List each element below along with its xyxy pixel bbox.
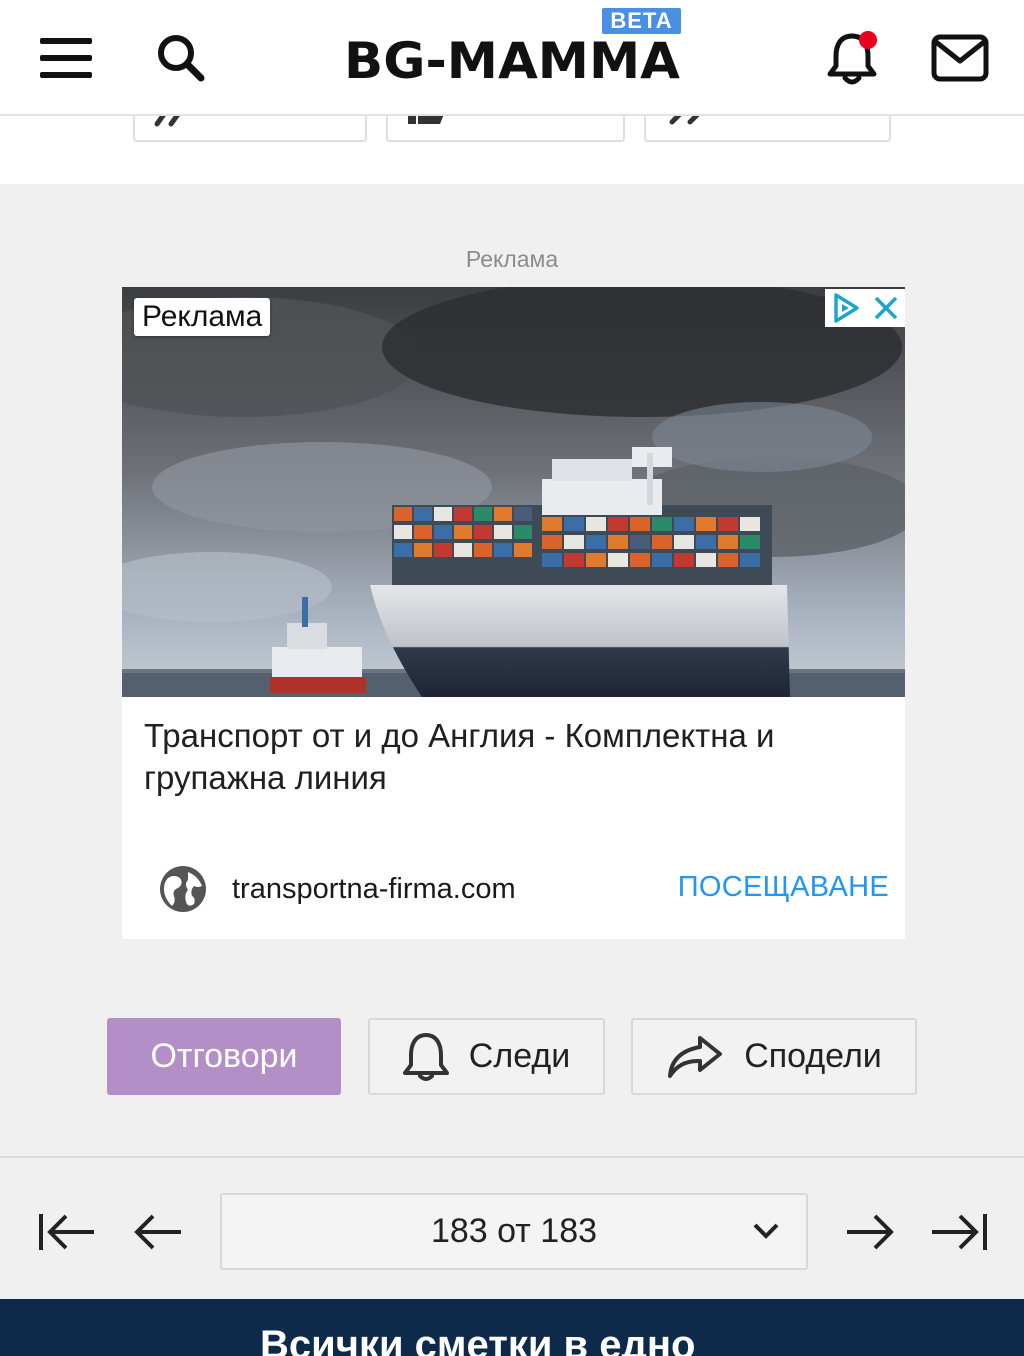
last-page-icon [932,1214,987,1250]
bg-mamma-logo: BG-MAMMA [344,32,680,90]
adchoices-icon[interactable] [831,292,861,324]
section-divider [0,1156,1024,1158]
notifications-button[interactable] [818,22,890,94]
ad-card[interactable]: Реклама Транспорт от и до Англия - Компл… [122,287,905,939]
arrow-right-icon [847,1214,894,1250]
share-button[interactable]: Сподели [631,1018,917,1095]
search-icon [158,35,205,82]
chevron-down-icon [753,1223,779,1239]
beta-badge: BETA [602,8,681,34]
messages-button[interactable] [924,22,996,94]
ad-advertiser[interactable]: transportna-firma.com [158,863,516,915]
next-page-button[interactable] [838,1200,902,1264]
page-select[interactable]: 183 от 183 [220,1193,808,1270]
bell-icon [827,31,877,85]
ad-visit-button[interactable]: ПОСЕЩАВАНЕ [678,871,889,904]
last-page-button[interactable] [928,1200,992,1264]
adchoices [825,289,905,327]
reply-button-label: Отговори [150,1037,298,1075]
ad-image-cargo-ship[interactable] [122,287,905,697]
site-logo[interactable]: BG-MAMMA [344,30,684,90]
current-page-label: 183 от 183 [430,1212,598,1250]
menu-button[interactable] [30,22,102,94]
envelope-icon [931,34,989,82]
arrow-left-icon [134,1214,181,1250]
first-page-button[interactable] [34,1200,98,1264]
ad-domain: transportna-firma.com [232,872,516,905]
logo-text: BG-MAMMA [344,32,680,86]
bell-outline-icon [402,1032,449,1081]
previous-page-button[interactable] [126,1200,190,1264]
ad-headline[interactable]: Транспорт от и до Англия - Комплектна и … [144,715,884,799]
search-button[interactable] [145,22,217,94]
follow-button[interactable]: Следи [368,1018,605,1095]
ad-caption: Реклама [465,246,559,272]
first-page-icon [39,1214,94,1250]
notification-dot [859,31,877,49]
reply-button[interactable]: Отговори [107,1018,341,1095]
share-arrow-icon [668,1035,723,1078]
post-toolbar-peek [0,106,1024,184]
follow-button-label: Следи [468,1037,571,1075]
ad-image-label: Реклама [134,298,271,336]
hamburger-icon [40,38,92,78]
share-button-label: Сподели [744,1037,882,1075]
bottom-banner-text: Всички сметки в едно [260,1323,696,1356]
bottom-ad-banner[interactable]: Всички сметки в едно [0,1299,1024,1356]
top-header: BG-MAMMA BETA [0,0,1024,116]
close-icon[interactable] [872,294,900,322]
globe-icon [160,866,206,912]
